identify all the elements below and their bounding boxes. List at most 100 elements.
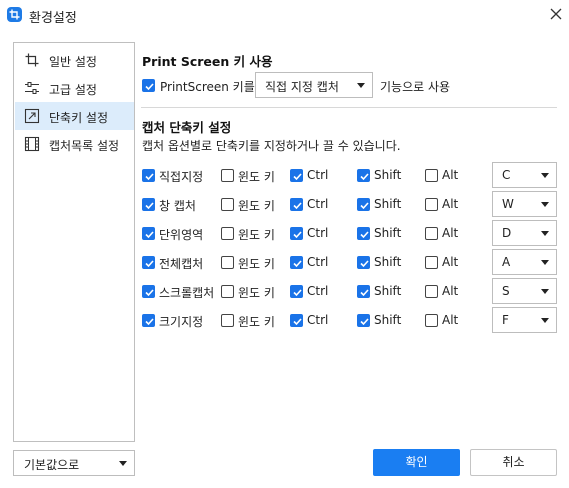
alt-checkbox[interactable] — [425, 256, 438, 269]
win-key-label: 윈도 키 — [238, 170, 275, 184]
chevron-down-icon — [357, 83, 365, 88]
shortcut-label: 크기지정 — [159, 315, 204, 329]
sidebar: 일반 설정 고급 설정 단축키 설정 캡처목록 설정 — [13, 42, 135, 442]
alt-label: Alt — [442, 168, 459, 182]
sidebar-item-general[interactable]: 일반 설정 — [15, 46, 134, 74]
shift-checkbox[interactable] — [357, 285, 370, 298]
defaults-select[interactable]: 기본값으로 — [13, 450, 135, 476]
shortcut-key-value: A — [502, 255, 511, 269]
print-screen-section-title: Print Screen 키 사용 — [142, 54, 273, 69]
chevron-down-icon — [541, 318, 549, 323]
shift-checkbox[interactable] — [357, 314, 370, 327]
shortcut-key-value: D — [502, 226, 512, 240]
alt-label: Alt — [442, 255, 459, 269]
ctrl-checkbox[interactable] — [290, 285, 303, 298]
sidebar-item-shortcuts[interactable]: 단축키 설정 — [15, 102, 134, 130]
shift-label: Shift — [374, 313, 402, 327]
chevron-down-icon — [541, 173, 549, 178]
shortcut-label: 단위영역 — [159, 228, 204, 242]
shortcut-description: 캡처 옵션별로 단축키를 지정하거나 끌 수 있습니다. — [142, 139, 401, 153]
shift-checkbox[interactable] — [357, 169, 370, 182]
section-divider — [141, 107, 557, 108]
chevron-down-icon — [541, 289, 549, 294]
printscreen-function-value: 직접 지정 캡처 — [265, 80, 339, 94]
win-key-label: 윈도 키 — [238, 228, 275, 242]
shortcut-enable-checkbox[interactable] — [142, 169, 155, 182]
shortcut-enable-checkbox[interactable] — [142, 256, 155, 269]
shortcut-key-value: F — [502, 313, 509, 327]
win-key-label: 윈도 키 — [238, 286, 275, 300]
shortcut-key-value: W — [502, 197, 514, 211]
chevron-down-icon — [119, 461, 127, 466]
shortcut-key-select[interactable]: A — [492, 249, 557, 275]
shortcut-enable-checkbox[interactable] — [142, 227, 155, 240]
shortcut-enable-checkbox[interactable] — [142, 285, 155, 298]
sliders-icon — [24, 80, 40, 96]
alt-label: Alt — [442, 284, 459, 298]
sidebar-item-label: 일반 설정 — [49, 55, 97, 69]
printscreen-function-select[interactable]: 직접 지정 캡처 — [255, 72, 373, 98]
ctrl-label: Ctrl — [307, 197, 329, 211]
win-key-checkbox[interactable] — [221, 227, 234, 240]
shift-checkbox[interactable] — [357, 227, 370, 240]
shortcut-enable-checkbox[interactable] — [142, 314, 155, 327]
ok-button[interactable]: 확인 — [373, 449, 460, 476]
film-list-icon — [24, 136, 40, 152]
ctrl-label: Ctrl — [307, 168, 329, 182]
shortcut-arrow-icon — [24, 108, 40, 124]
window-title: 환경설정 — [29, 11, 77, 26]
win-key-checkbox[interactable] — [221, 256, 234, 269]
alt-checkbox[interactable] — [425, 169, 438, 182]
app-crop-icon — [7, 7, 22, 22]
alt-label: Alt — [442, 313, 459, 327]
win-key-checkbox[interactable] — [221, 198, 234, 211]
win-key-checkbox[interactable] — [221, 169, 234, 182]
ctrl-checkbox[interactable] — [290, 198, 303, 211]
shift-checkbox[interactable] — [357, 256, 370, 269]
alt-checkbox[interactable] — [425, 227, 438, 240]
ctrl-label: Ctrl — [307, 313, 329, 327]
sidebar-item-label: 캡처목록 설정 — [49, 139, 120, 153]
shift-checkbox[interactable] — [357, 198, 370, 211]
cancel-button[interactable]: 취소 — [470, 449, 557, 476]
sidebar-item-capture-list[interactable]: 캡처목록 설정 — [15, 130, 134, 158]
shortcut-label: 직접지정 — [159, 170, 204, 184]
shortcut-key-value: S — [502, 284, 510, 298]
shortcut-key-select[interactable]: C — [492, 162, 557, 188]
sidebar-item-label: 고급 설정 — [49, 83, 97, 97]
ctrl-checkbox[interactable] — [290, 314, 303, 327]
shortcut-enable-checkbox[interactable] — [142, 198, 155, 211]
shortcut-label: 전체캡처 — [159, 257, 204, 271]
shift-label: Shift — [374, 255, 402, 269]
shift-label: Shift — [374, 226, 402, 240]
shift-label: Shift — [374, 168, 402, 182]
shortcut-key-select[interactable]: W — [492, 191, 557, 217]
printscreen-checkbox-label: PrintScreen 키를 — [160, 80, 255, 94]
printscreen-suffix: 기능으로 사용 — [380, 80, 451, 94]
win-key-checkbox[interactable] — [221, 285, 234, 298]
ctrl-checkbox[interactable] — [290, 169, 303, 182]
shortcut-key-select[interactable]: D — [492, 220, 557, 246]
alt-label: Alt — [442, 197, 459, 211]
shortcut-label: 스크롤캡처 — [159, 286, 215, 300]
ctrl-checkbox[interactable] — [290, 256, 303, 269]
alt-checkbox[interactable] — [425, 285, 438, 298]
alt-checkbox[interactable] — [425, 198, 438, 211]
close-icon[interactable] — [548, 6, 564, 22]
win-key-label: 윈도 키 — [238, 257, 275, 271]
win-key-checkbox[interactable] — [221, 314, 234, 327]
shift-label: Shift — [374, 284, 402, 298]
shortcut-key-select[interactable]: S — [492, 278, 557, 304]
printscreen-enable-checkbox[interactable] — [142, 79, 155, 92]
chevron-down-icon — [541, 202, 549, 207]
sidebar-item-advanced[interactable]: 고급 설정 — [15, 74, 134, 102]
crop-icon — [24, 52, 40, 68]
sidebar-item-label: 단축키 설정 — [49, 111, 109, 125]
alt-label: Alt — [442, 226, 459, 240]
shortcut-section-title: 캡처 단축키 설정 — [142, 120, 232, 135]
chevron-down-icon — [541, 231, 549, 236]
alt-checkbox[interactable] — [425, 314, 438, 327]
win-key-label: 윈도 키 — [238, 199, 275, 213]
shortcut-key-select[interactable]: F — [492, 307, 557, 333]
ctrl-checkbox[interactable] — [290, 227, 303, 240]
